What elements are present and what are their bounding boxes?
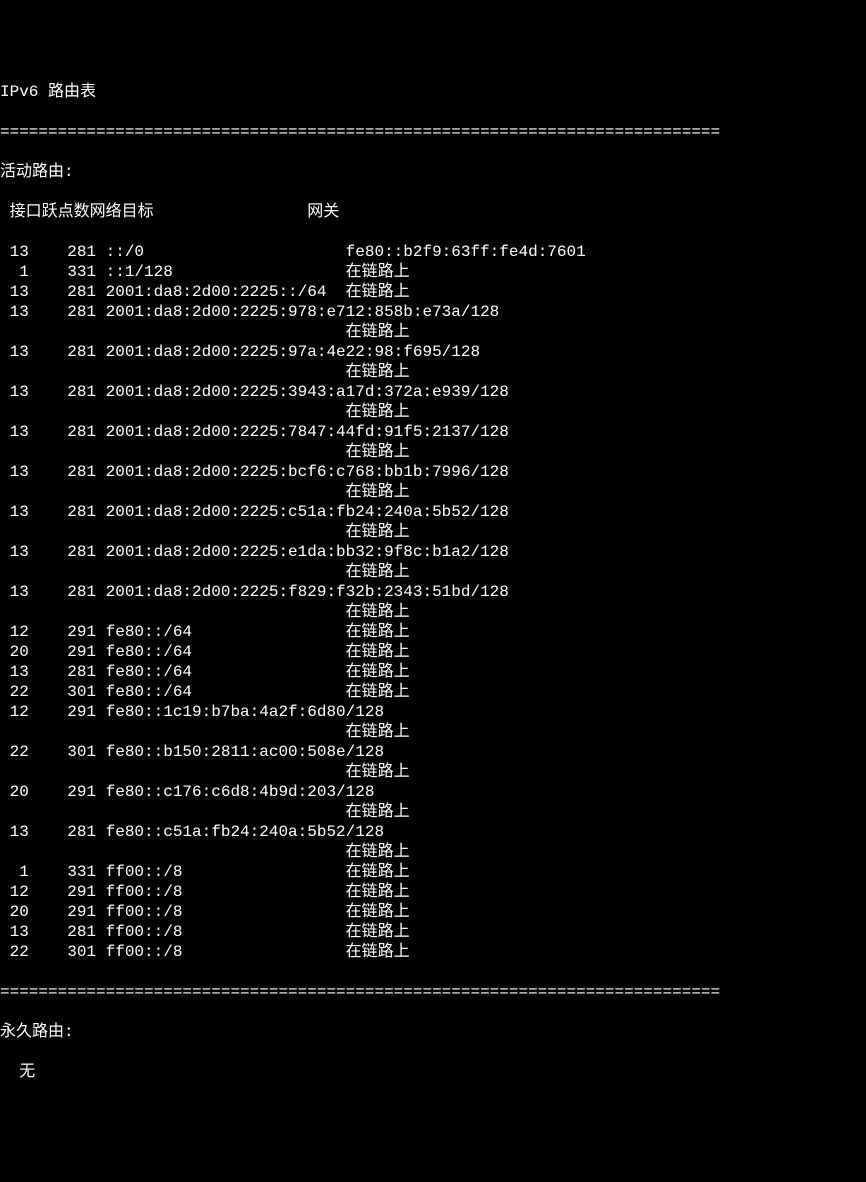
title-line: IPv6 路由表 [0,82,866,102]
routes-container: 13 281 ::/0 fe80::b2f9:63ff:fe4d:7601 1 … [0,242,866,962]
route-line: 在链路上 [0,802,866,822]
route-line: 13 281 fe80::/64 在链路上 [0,662,866,682]
route-line: 13 281 2001:da8:2d00:2225::/64 在链路上 [0,282,866,302]
route-line: 13 281 2001:da8:2d00:2225:7847:44fd:91f5… [0,422,866,442]
route-line: 12 291 fe80::1c19:b7ba:4a2f:6d80/128 [0,702,866,722]
route-line: 20 291 fe80::/64 在链路上 [0,642,866,662]
route-line: 13 281 2001:da8:2d00:2225:c51a:fb24:240a… [0,502,866,522]
route-line: 在链路上 [0,562,866,582]
route-line: 13 281 2001:da8:2d00:2225:bcf6:c768:bb1b… [0,462,866,482]
route-line: 在链路上 [0,522,866,542]
route-line: 在链路上 [0,362,866,382]
persistent-routes-none: 无 [0,1062,866,1082]
separator-line: ========================================… [0,982,866,1002]
route-line: 22 301 fe80::b150:2811:ac00:508e/128 [0,742,866,762]
route-line: 13 281 ::/0 fe80::b2f9:63ff:fe4d:7601 [0,242,866,262]
route-line: 13 281 2001:da8:2d00:2225:3943:a17d:372a… [0,382,866,402]
route-line: 13 281 2001:da8:2d00:2225:e1da:bb32:9f8c… [0,542,866,562]
route-line: 22 301 fe80::/64 在链路上 [0,682,866,702]
route-line: 12 291 fe80::/64 在链路上 [0,622,866,642]
route-line: 在链路上 [0,842,866,862]
route-line: 13 281 2001:da8:2d00:2225:978:e712:858b:… [0,302,866,322]
route-line: 1 331 ff00::/8 在链路上 [0,862,866,882]
route-line: 13 281 fe80::c51a:fb24:240a:5b52/128 [0,822,866,842]
route-line: 13 281 ff00::/8 在链路上 [0,922,866,942]
route-line: 在链路上 [0,402,866,422]
route-line: 在链路上 [0,602,866,622]
route-line: 在链路上 [0,322,866,342]
active-routes-header: 活动路由: [0,162,866,182]
route-line: 12 291 ff00::/8 在链路上 [0,882,866,902]
route-line: 20 291 ff00::/8 在链路上 [0,902,866,922]
column-header: 接口跃点数网络目标 网关 [0,202,866,222]
route-line: 在链路上 [0,442,866,462]
separator-line: ========================================… [0,122,866,142]
route-line: 22 301 ff00::/8 在链路上 [0,942,866,962]
route-line: 13 281 2001:da8:2d00:2225:f829:f32b:2343… [0,582,866,602]
route-line: 13 281 2001:da8:2d00:2225:97a:4e22:98:f6… [0,342,866,362]
route-line: 1 331 ::1/128 在链路上 [0,262,866,282]
route-line: 在链路上 [0,762,866,782]
persistent-routes-header: 永久路由: [0,1022,866,1042]
route-line: 在链路上 [0,722,866,742]
route-line: 20 291 fe80::c176:c6d8:4b9d:203/128 [0,782,866,802]
route-line: 在链路上 [0,482,866,502]
